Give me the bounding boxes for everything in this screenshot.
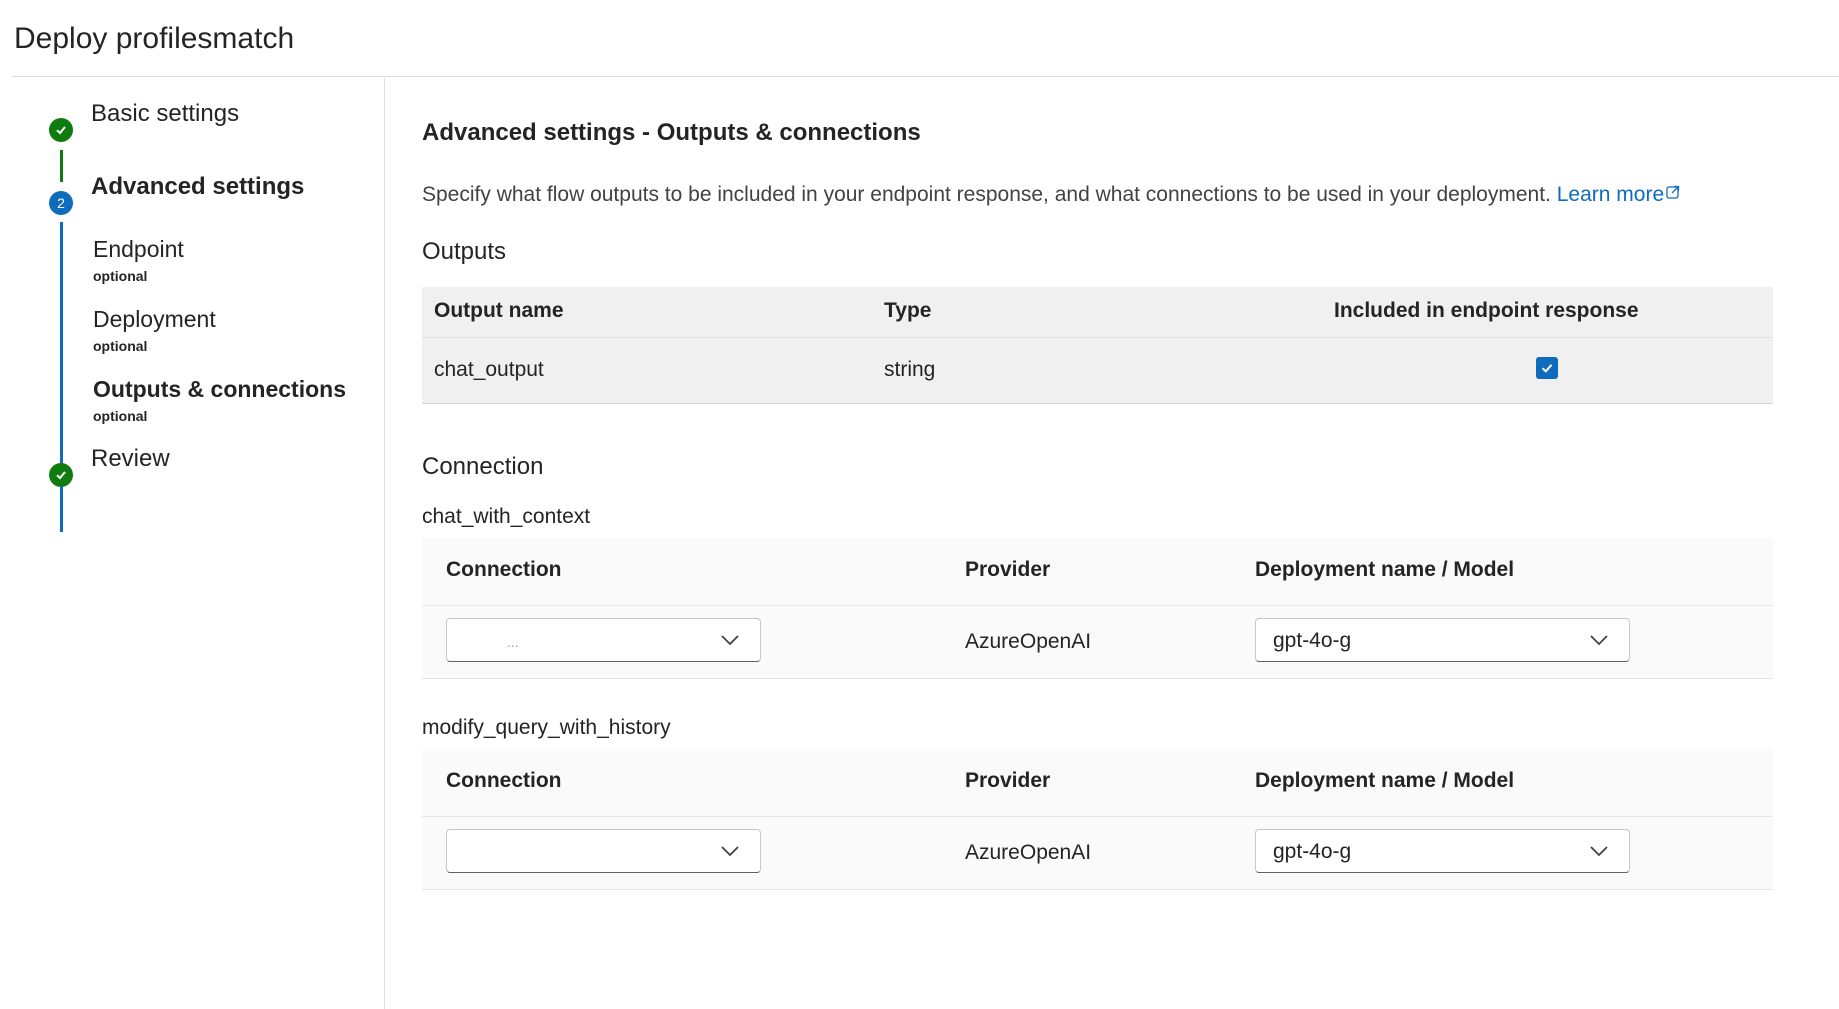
substep-endpoint-hint: optional (93, 268, 148, 284)
connection-header-row: Connection Provider Deployment name / Mo… (422, 538, 1773, 606)
connection-block: Connection Provider Deployment name / Mo… (422, 749, 1773, 890)
provider-cell: AzureOpenAI (965, 841, 1092, 864)
column-header-connection: Connection (446, 558, 562, 581)
model-dropdown[interactable]: gpt-4o-g (1255, 618, 1630, 662)
model-value: gpt-4o-g (1273, 629, 1352, 652)
connection-value: ... (507, 634, 519, 650)
substep-deployment-hint: optional (93, 338, 148, 354)
chevron-down-icon (1590, 635, 1608, 646)
step-number: 2 (57, 195, 65, 211)
description: Specify what flow outputs to be included… (422, 183, 1680, 207)
substep-outputs-connections-hint: optional (93, 408, 148, 424)
node-name-chat-with-context: chat_with_context (422, 505, 591, 528)
substep-deployment[interactable]: Deployment (93, 306, 216, 333)
description-text: Specify what flow outputs to be included… (422, 183, 1551, 206)
step-number-badge: 2 (49, 191, 73, 215)
chevron-down-icon (1590, 846, 1608, 857)
included-checkbox[interactable] (1536, 357, 1558, 379)
connection-heading: Connection (422, 453, 544, 480)
checkmark-icon (1541, 364, 1553, 373)
output-name-cell: chat_output (434, 358, 544, 381)
table-header-row: Output name Type Included in endpoint re… (422, 287, 1773, 338)
output-type-cell: string (884, 358, 936, 381)
connection-header-row: Connection Provider Deployment name / Mo… (422, 749, 1773, 817)
node-name-modify-query-with-history: modify_query_with_history (422, 716, 671, 739)
step-advanced-settings[interactable]: Advanced settings (91, 173, 304, 201)
table-row: chat_output string (422, 338, 1773, 403)
chevron-down-icon (721, 846, 739, 857)
model-dropdown[interactable]: gpt-4o-g (1255, 829, 1630, 873)
connection-row: ... AzureOpenAI gpt-4o-g (422, 606, 1773, 679)
column-header-provider: Provider (965, 769, 1051, 792)
column-header-provider: Provider (965, 558, 1051, 581)
check-circle-icon (49, 118, 73, 142)
column-header-connection: Connection (446, 769, 562, 792)
section-title: Advanced settings - Outputs & connection… (422, 119, 921, 146)
step-connector (60, 150, 63, 182)
learn-more-label: Learn more (1556, 183, 1665, 206)
connection-block: Connection Provider Deployment name / Mo… (422, 538, 1773, 679)
external-link-icon (1666, 185, 1680, 199)
column-header-deployment-model: Deployment name / Model (1255, 769, 1515, 792)
outputs-table: Output name Type Included in endpoint re… (422, 287, 1773, 404)
step-basic-settings[interactable]: Basic settings (91, 100, 239, 128)
substep-endpoint[interactable]: Endpoint (93, 236, 184, 263)
outputs-heading: Outputs (422, 238, 507, 265)
column-header-type: Type (884, 299, 932, 322)
connection-dropdown[interactable]: ... (446, 618, 761, 662)
step-review[interactable]: Review (91, 445, 170, 473)
connection-dropdown[interactable] (446, 829, 761, 873)
column-header-deployment-model: Deployment name / Model (1255, 558, 1515, 581)
chevron-down-icon (721, 635, 739, 646)
wizard-sidebar: Basic settings 2 Advanced settings Endpo… (0, 78, 385, 1009)
model-value: gpt-4o-g (1273, 840, 1352, 863)
column-header-output-name: Output name (434, 299, 564, 322)
substep-outputs-connections[interactable]: Outputs & connections (93, 376, 346, 403)
provider-cell: AzureOpenAI (965, 630, 1092, 653)
connection-row: AzureOpenAI gpt-4o-g (422, 817, 1773, 890)
page-title: Deploy profilesmatch (14, 22, 295, 55)
page-header: Deploy profilesmatch (12, 0, 1839, 77)
check-circle-icon (49, 463, 73, 487)
column-header-included: Included in endpoint response (1334, 299, 1639, 322)
learn-more-link[interactable]: Learn more (1557, 183, 1680, 206)
